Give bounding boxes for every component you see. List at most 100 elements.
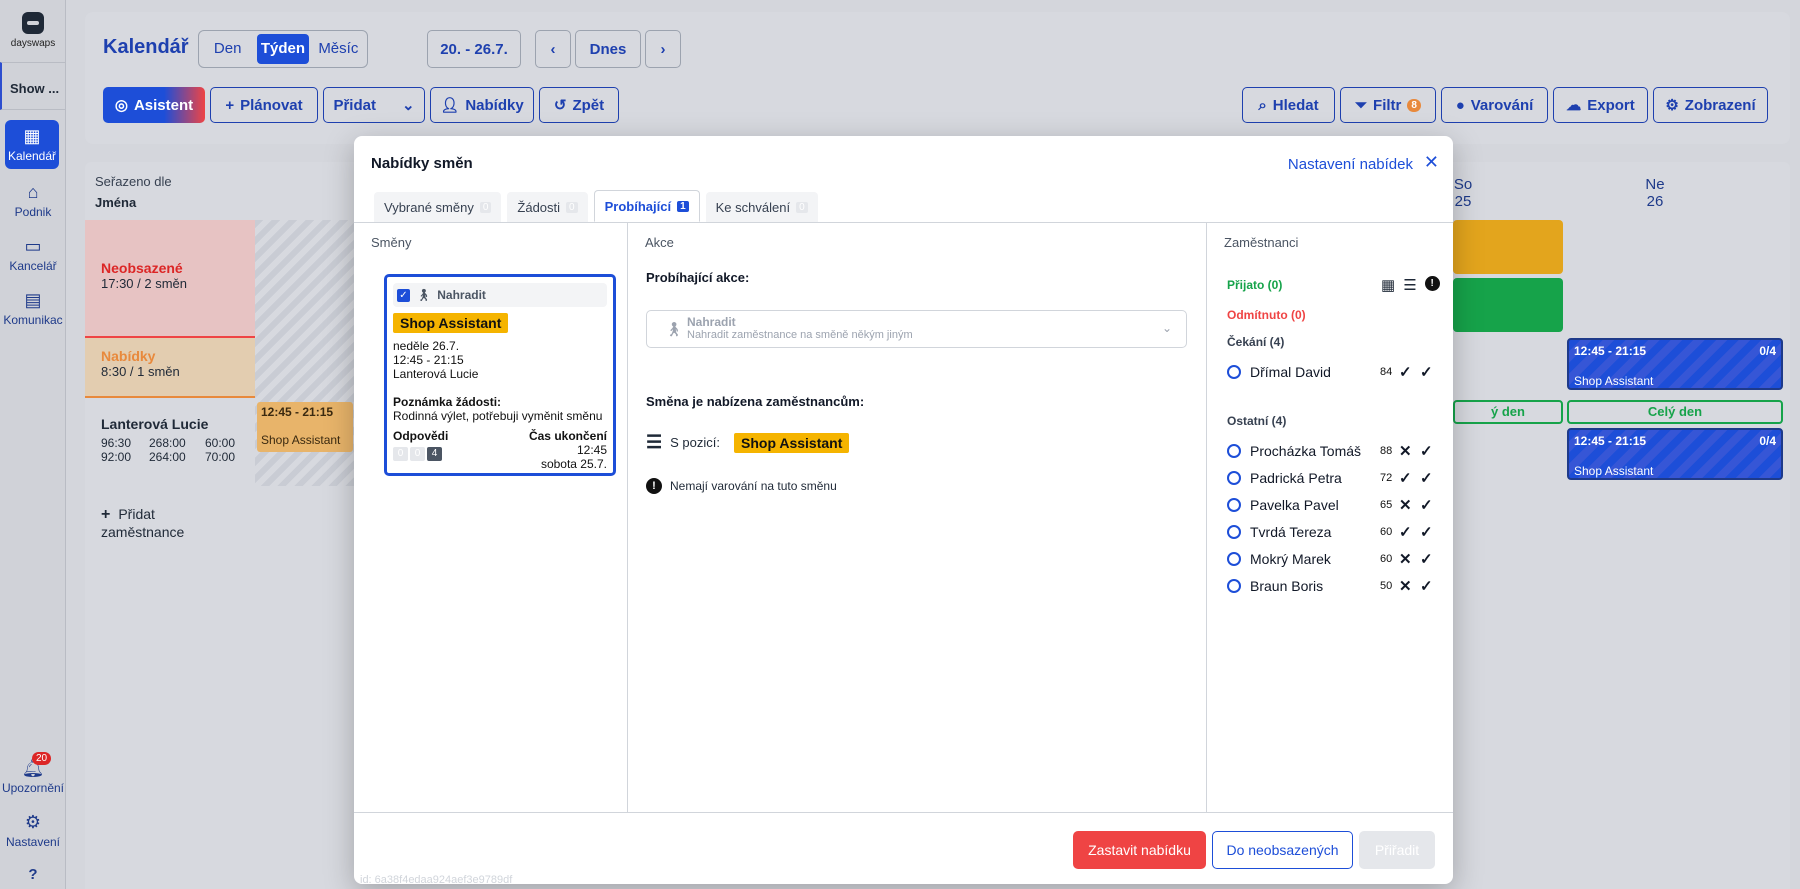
rail-item-settings[interactable]: ⚙ Nastavení (0, 812, 66, 849)
employee-item[interactable]: Braun Boris 50 ✕ ✓ (1227, 576, 1437, 596)
radio-button[interactable] (1227, 579, 1241, 593)
shift-block[interactable]: 12:45 - 21:15 Shop Assistant (257, 402, 353, 452)
sort-selector[interactable]: Seřazeno dle Jména (85, 162, 255, 220)
rail-item-label: Komunikac (3, 313, 63, 327)
radio-button[interactable] (1227, 498, 1241, 512)
check-icon[interactable]: ✓ (1420, 363, 1433, 381)
tab-for-approval[interactable]: Ke schválení 0 (705, 192, 818, 222)
check-icon[interactable]: ✓ (1420, 577, 1433, 595)
employee-item[interactable]: Padrická Petra 72 ✓ ✓ (1227, 468, 1437, 488)
alert-icon: ! (646, 478, 662, 494)
offers-button[interactable]: 👤︎ Nabídky (430, 87, 534, 123)
rejected-group[interactable]: Odmítnuto (0) (1227, 308, 1306, 322)
display-settings-button[interactable]: ⚙ Zobrazení (1653, 87, 1768, 123)
employee-item[interactable]: Procházka Tomáš 88 ✕ ✓ (1227, 441, 1437, 461)
action-title: Nahradit (687, 315, 736, 329)
others-group[interactable]: Ostatní (4) (1227, 414, 1286, 428)
employee-name: Lanterová Lucie (101, 416, 209, 432)
check-icon[interactable]: ✓ (1420, 469, 1433, 487)
employee-shift[interactable]: 12:45 - 21:15 0/4 Shop Assistant (1567, 428, 1783, 480)
close-icon[interactable]: ✕ (1424, 152, 1439, 173)
alert-icon[interactable]: ! (1424, 276, 1440, 291)
shift-offer-card[interactable]: ✓ 🚶︎ Nahradit Shop Assistant neděle 26.7… (384, 274, 616, 476)
stop-offer-button[interactable]: Zastavit nabídku (1073, 831, 1206, 869)
close-icon[interactable]: ✕ (1399, 442, 1412, 460)
unassigned-row[interactable]: Neobsazené 17:30 / 2 směn (85, 220, 255, 336)
check-icon[interactable]: ✓ (1420, 550, 1433, 568)
warnings-button[interactable]: ● Varování (1441, 87, 1548, 123)
help-button[interactable]: ? (0, 866, 66, 883)
shift-block-yellow[interactable] (1453, 220, 1563, 274)
rail-item-notifications[interactable]: 🔔︎ 20 Upozornění (0, 752, 66, 795)
gear-icon: ⚙ (1665, 97, 1679, 114)
employee-row[interactable]: Lanterová Lucie 96:30 268:00 60:00 92:00… (85, 398, 255, 486)
employee-score: 84 (1380, 366, 1393, 378)
shift-block-green[interactable] (1453, 278, 1563, 332)
radio-button[interactable] (1227, 444, 1241, 458)
tab-label: Ke schválení (715, 199, 791, 215)
close-icon[interactable]: ✕ (1399, 550, 1412, 568)
next-week-button[interactable]: › (645, 30, 681, 68)
rail-item-calendar[interactable]: ▦ Kalendář (5, 120, 59, 169)
brand-logo[interactable]: dayswaps (0, 12, 66, 49)
radio-button[interactable] (1227, 552, 1241, 566)
employee-item[interactable]: Pavelka Pavel 65 ✕ ✓ (1227, 495, 1437, 515)
table-view-icon[interactable]: ▦ (1381, 276, 1395, 294)
close-icon[interactable]: ✕ (1399, 577, 1412, 595)
date-range-button[interactable]: 20. - 26.7. (427, 30, 521, 68)
plan-button[interactable]: + Plánovat (210, 87, 318, 123)
add-employee-button[interactable]: + Přidat zaměstnance (85, 486, 255, 546)
check-icon[interactable]: ✓ (1399, 469, 1412, 487)
waiting-group[interactable]: Čekání (4) (1227, 335, 1284, 349)
radio-button[interactable] (1227, 471, 1241, 485)
assistant-button[interactable]: ◎ Asistent (103, 87, 205, 123)
check-icon[interactable]: ✓ (1420, 442, 1433, 460)
rail-item-office[interactable]: ▭ Kancelář (0, 236, 66, 273)
gear-icon: ⚙ (24, 812, 42, 832)
view-day-button[interactable]: Den (202, 34, 253, 64)
add-dropdown-button[interactable]: Přidat ⌄ (323, 87, 425, 123)
offers-label: Nabídky (465, 96, 524, 114)
close-icon[interactable]: ✕ (1399, 496, 1412, 514)
export-button[interactable]: ☁ Export (1553, 87, 1648, 123)
rail-item-communication[interactable]: ▤ Komunikac (0, 290, 66, 327)
offers-row[interactable]: Nabídky 8:30 / 1 směn (85, 336, 255, 398)
plan-label: Plánovat (240, 96, 303, 114)
search-button[interactable]: ⌕ Hledat (1242, 87, 1335, 123)
tab-selected-shifts[interactable]: Vybrané směny 0 (374, 192, 502, 222)
rail-item-business[interactable]: ⌂ Podnik (0, 182, 66, 219)
tab-ongoing[interactable]: Probíhající 1 (593, 190, 700, 222)
answers-label: Odpovědi (393, 429, 449, 443)
view-month-button[interactable]: Měsíc (313, 34, 364, 64)
day-header-saturday: So 25 (1453, 176, 1473, 210)
view-week-button[interactable]: Týden (257, 34, 309, 64)
employee-item[interactable]: Mokrý Marek 60 ✕ ✓ (1227, 549, 1437, 569)
assign-button[interactable]: Přiřadit (1359, 831, 1435, 869)
action-select[interactable]: 🚶︎ Nahradit Nahradit zaměstnance na směn… (646, 310, 1187, 348)
to-unassigned-button[interactable]: Do neobsazených (1212, 831, 1353, 869)
employee-item[interactable]: Tvrdá Tereza 60 ✓ ✓ (1227, 522, 1437, 542)
radio-button[interactable] (1227, 365, 1241, 379)
prev-week-button[interactable]: ‹ (535, 30, 571, 68)
show-selector[interactable]: Show ... (0, 62, 66, 110)
offer-settings-link[interactable]: Nastavení nabídek (1288, 156, 1413, 173)
accepted-group[interactable]: Přijato (0) (1227, 278, 1282, 292)
today-button[interactable]: Dnes (575, 30, 641, 68)
radio-button[interactable] (1227, 525, 1241, 539)
chevron-down-icon: ⌄ (1161, 321, 1172, 335)
back-button[interactable]: ↺ Zpět (539, 87, 619, 123)
check-icon[interactable]: ✓ (1399, 363, 1412, 381)
allday-badge[interactable]: Celý den (1567, 400, 1783, 424)
check-icon[interactable]: ✓ (1399, 523, 1412, 541)
employee-score: 72 (1380, 472, 1393, 484)
check-icon[interactable]: ✓ (1420, 523, 1433, 541)
offer-shift[interactable]: 12:45 - 21:15 0/4 Shop Assistant (1567, 338, 1783, 390)
allday-badge[interactable]: ý den (1453, 400, 1563, 424)
employee-item[interactable]: Dřímal David 84 ✓ ✓ (1227, 362, 1437, 382)
checkbox[interactable]: ✓ (397, 288, 410, 302)
sort-value: Jména (95, 195, 137, 210)
filter-button[interactable]: ⏷ Filtr 8 (1340, 87, 1436, 123)
check-icon[interactable]: ✓ (1420, 496, 1433, 514)
list-icon[interactable]: ☰ (1403, 276, 1416, 294)
tab-requests[interactable]: Žádosti 0 (507, 192, 588, 222)
